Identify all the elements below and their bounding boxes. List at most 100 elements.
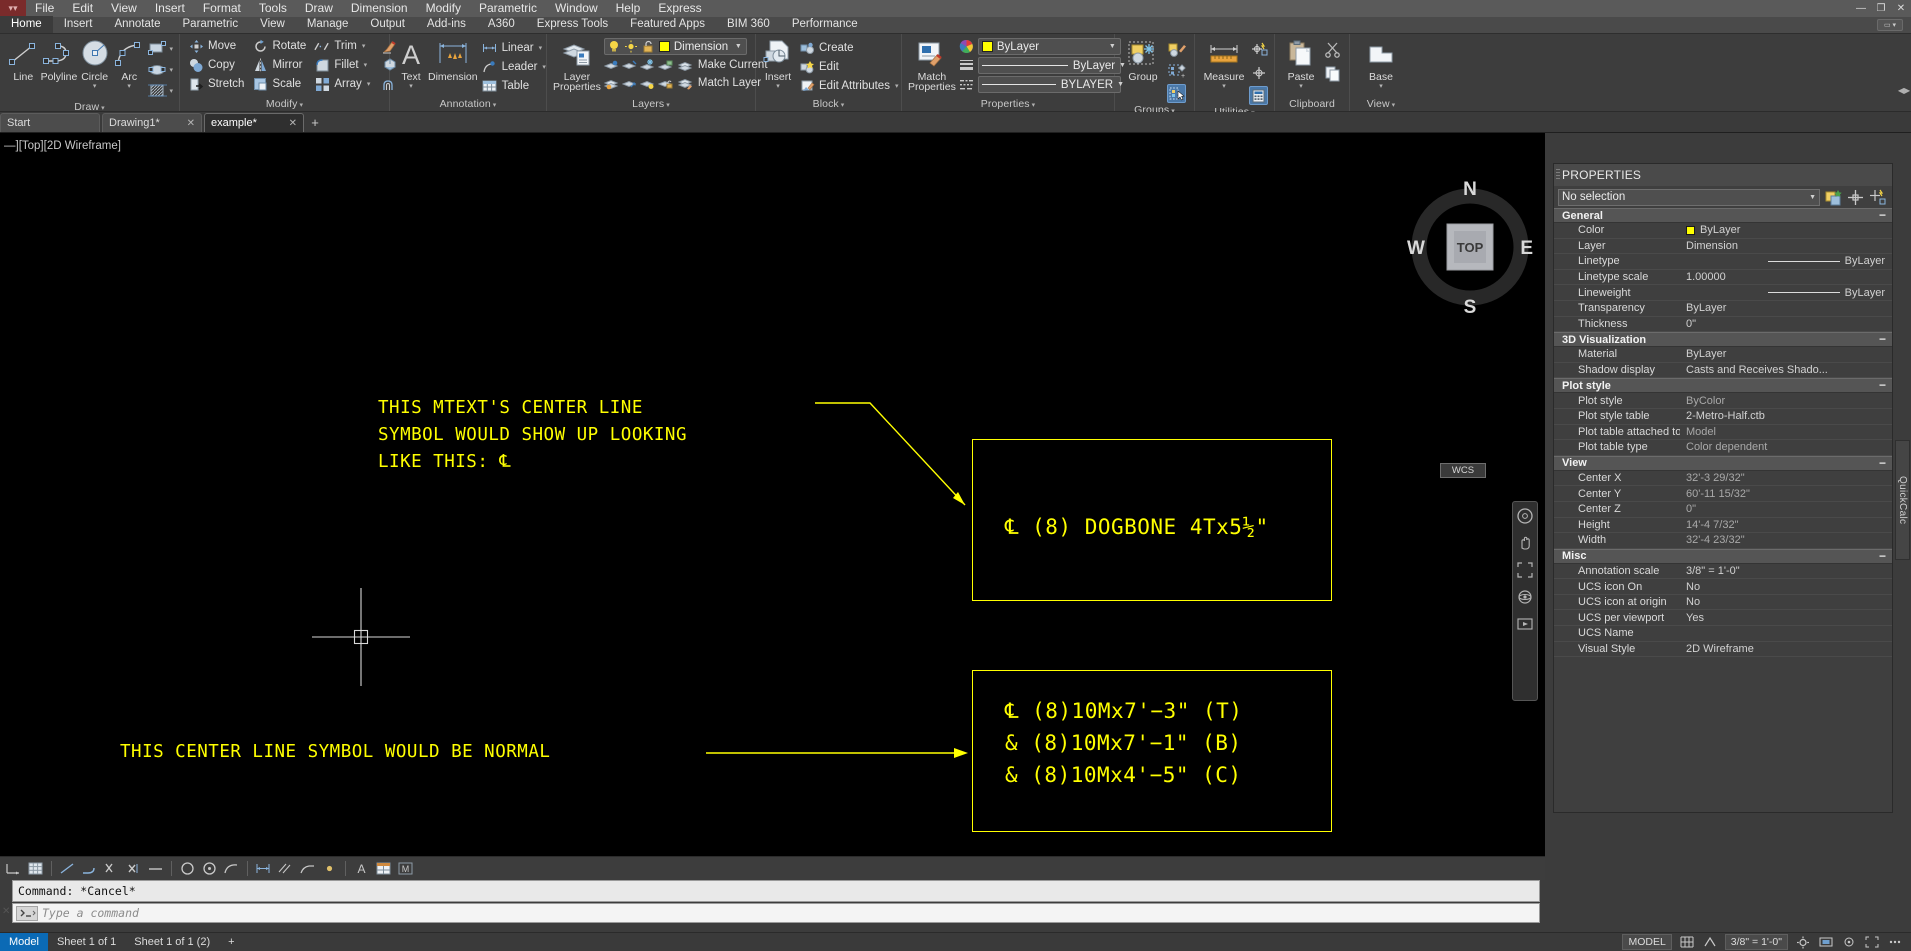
- layout-tab-sheet1[interactable]: Sheet 1 of 1: [48, 936, 125, 948]
- menu-item-help[interactable]: Help: [607, 0, 650, 17]
- properties-group-plot-style[interactable]: Plot style −: [1554, 378, 1892, 394]
- workspace-gear-icon[interactable]: [1795, 935, 1811, 949]
- properties-group-3d-visualization[interactable]: 3D Visualization −: [1554, 332, 1892, 348]
- property-row[interactable]: Thickness 0": [1554, 317, 1892, 333]
- draw-rectangle-button[interactable]: ▾: [148, 39, 173, 58]
- lightbulb-icon[interactable]: [608, 39, 621, 55]
- view-cube[interactable]: TOP N S W E: [1400, 177, 1540, 317]
- grid-toggle-icon[interactable]: [1679, 935, 1695, 949]
- sun-icon[interactable]: [625, 39, 638, 55]
- chevron-down-icon[interactable]: ▾: [895, 82, 899, 90]
- ribbon-tab-express-tools[interactable]: Express Tools: [526, 16, 619, 33]
- group-button[interactable]: Group: [1121, 37, 1165, 83]
- modify-copy-button[interactable]: Copy: [186, 56, 248, 74]
- new-drawing-tab-button[interactable]: +: [306, 113, 324, 132]
- property-value[interactable]: 14'-4 7/32": [1680, 519, 1892, 531]
- restore-button[interactable]: ❐: [1871, 0, 1891, 17]
- layer-isolate-icon[interactable]: [604, 57, 620, 73]
- color-swatch[interactable]: [1686, 225, 1695, 235]
- orbit-icon[interactable]: [1515, 587, 1535, 607]
- annotation-scale-value[interactable]: 3/8" = 1'-0": [1724, 934, 1788, 950]
- chevron-down-icon[interactable]: ▾: [93, 83, 97, 90]
- menu-item-format[interactable]: Format: [194, 0, 250, 17]
- dogbone-callout-text[interactable]: ℄ (8) DOGBONE 4Tx5½": [1005, 515, 1269, 539]
- ribbon-tab-annotate[interactable]: Annotate: [103, 16, 171, 33]
- annotation-dimension-button[interactable]: Dimension: [428, 37, 478, 83]
- mtext-note-line3[interactable]: LIKE THIS: ℄: [378, 449, 511, 476]
- mtext-note-line1[interactable]: THIS MTEXT'S CENTER LINE: [378, 395, 643, 422]
- chevron-down-icon[interactable]: ▾: [776, 83, 780, 90]
- menu-item-file[interactable]: File: [26, 0, 63, 17]
- erase-all-icon[interactable]: [124, 859, 143, 878]
- property-row[interactable]: Layer Dimension: [1554, 239, 1892, 255]
- layer-turn-on-icon[interactable]: [622, 75, 638, 91]
- menu-item-modify[interactable]: Modify: [417, 0, 470, 17]
- property-row[interactable]: Plot table attached to Model: [1554, 425, 1892, 441]
- collapse-icon[interactable]: −: [1879, 550, 1886, 562]
- file-tab-start[interactable]: Start: [0, 113, 100, 132]
- color-wheel-icon[interactable]: [959, 38, 975, 54]
- layer-off-icon[interactable]: [604, 75, 620, 91]
- chevron-down-icon[interactable]: ▾: [367, 80, 371, 88]
- minimize-button[interactable]: —: [1851, 0, 1871, 17]
- property-value[interactable]: 0": [1680, 318, 1892, 330]
- insert-block-button[interactable]: Insert ▾: [762, 37, 794, 90]
- erase-icon[interactable]: [102, 859, 121, 878]
- command-line-close-icon[interactable]: ✕: [2, 906, 10, 917]
- draw-hatch-button[interactable]: ▾: [148, 81, 173, 100]
- chevron-down-icon[interactable]: ▾: [409, 83, 413, 90]
- rebar-callout-line3[interactable]: & (8)10Mx4'−5" (C): [1005, 759, 1242, 791]
- measure-button[interactable]: Measure ▾: [1201, 37, 1247, 90]
- modify-stretch-button[interactable]: Stretch: [186, 75, 248, 93]
- line-draw-icon[interactable]: [58, 859, 77, 878]
- property-value[interactable]: ByColor: [1680, 395, 1892, 407]
- property-row[interactable]: Shadow display Casts and Receives Shado..…: [1554, 363, 1892, 379]
- properties-group-general[interactable]: General −: [1554, 208, 1892, 223]
- linetype-icon[interactable]: [959, 76, 975, 92]
- point-style-icon[interactable]: [1249, 63, 1268, 82]
- annotation-text-button[interactable]: A Text ▾: [396, 37, 426, 90]
- dash-line-icon[interactable]: [146, 859, 165, 878]
- ribbon-expand-icon[interactable]: ◀▶: [1898, 86, 1910, 95]
- chevron-down-icon[interactable]: ▾: [127, 83, 131, 90]
- ribbon-tab-bim-360[interactable]: BIM 360: [716, 16, 781, 33]
- collapse-icon[interactable]: −: [1879, 379, 1886, 391]
- property-value[interactable]: No: [1680, 596, 1892, 608]
- property-value[interactable]: ByLayer: [1680, 348, 1892, 360]
- property-value[interactable]: Color dependent: [1680, 441, 1892, 453]
- add-layout-button[interactable]: +: [219, 936, 243, 948]
- properties-grid[interactable]: General − Color ByLayer Layer Dimension Linety…: [1554, 208, 1892, 812]
- grid-snap-icon[interactable]: [26, 859, 45, 878]
- menu-item-insert[interactable]: Insert: [146, 0, 194, 17]
- block-create-button[interactable]: Create: [797, 39, 902, 57]
- select-objects-icon[interactable]: [1846, 188, 1864, 206]
- dimension-draw-icon[interactable]: [254, 859, 273, 878]
- property-row[interactable]: Center Z 0": [1554, 502, 1892, 518]
- property-row[interactable]: Center X 32'-3 29/32": [1554, 471, 1892, 487]
- group-selection-on-icon[interactable]: [1167, 84, 1186, 103]
- property-value[interactable]: ByLayer: [1680, 302, 1892, 314]
- property-row[interactable]: Visual Style 2D Wireframe: [1554, 642, 1892, 658]
- customize-status-icon[interactable]: [1887, 935, 1903, 949]
- menu-item-dimension[interactable]: Dimension: [342, 0, 417, 17]
- chevron-down-icon[interactable]: ▼: [735, 43, 744, 50]
- modify-fillet-button[interactable]: Fillet ▾: [312, 56, 374, 74]
- modify-scale-button[interactable]: Scale: [250, 75, 310, 93]
- layer-match-button[interactable]: Match Layer: [676, 75, 763, 91]
- property-value[interactable]: Dimension: [1680, 240, 1892, 252]
- object-linetype-combo[interactable]: BYLAYER ▼: [977, 76, 1124, 93]
- block-edit-button[interactable]: Edit: [797, 58, 902, 76]
- cut-icon[interactable]: [1323, 40, 1342, 59]
- layer-freeze-snow-icon[interactable]: [640, 57, 656, 73]
- menu-item-parametric[interactable]: Parametric: [470, 0, 546, 17]
- fullscreen-icon[interactable]: [1864, 935, 1880, 949]
- ribbon-tab-output[interactable]: Output: [359, 16, 416, 33]
- property-value[interactable]: 32'-3 29/32": [1680, 472, 1892, 484]
- isolate-objects-icon[interactable]: [1841, 935, 1857, 949]
- property-row[interactable]: Height 14'-4 7/32": [1554, 518, 1892, 534]
- draw-ellipse-button[interactable]: ▾: [148, 60, 173, 79]
- ucs-axis-icon[interactable]: [4, 859, 23, 878]
- property-row[interactable]: Width 32'-4 23/32": [1554, 533, 1892, 549]
- property-value[interactable]: No: [1680, 581, 1892, 593]
- drawing-canvas[interactable]: —][Top][2D Wireframe] THIS MTEXT'S CENTE…: [0, 133, 1545, 856]
